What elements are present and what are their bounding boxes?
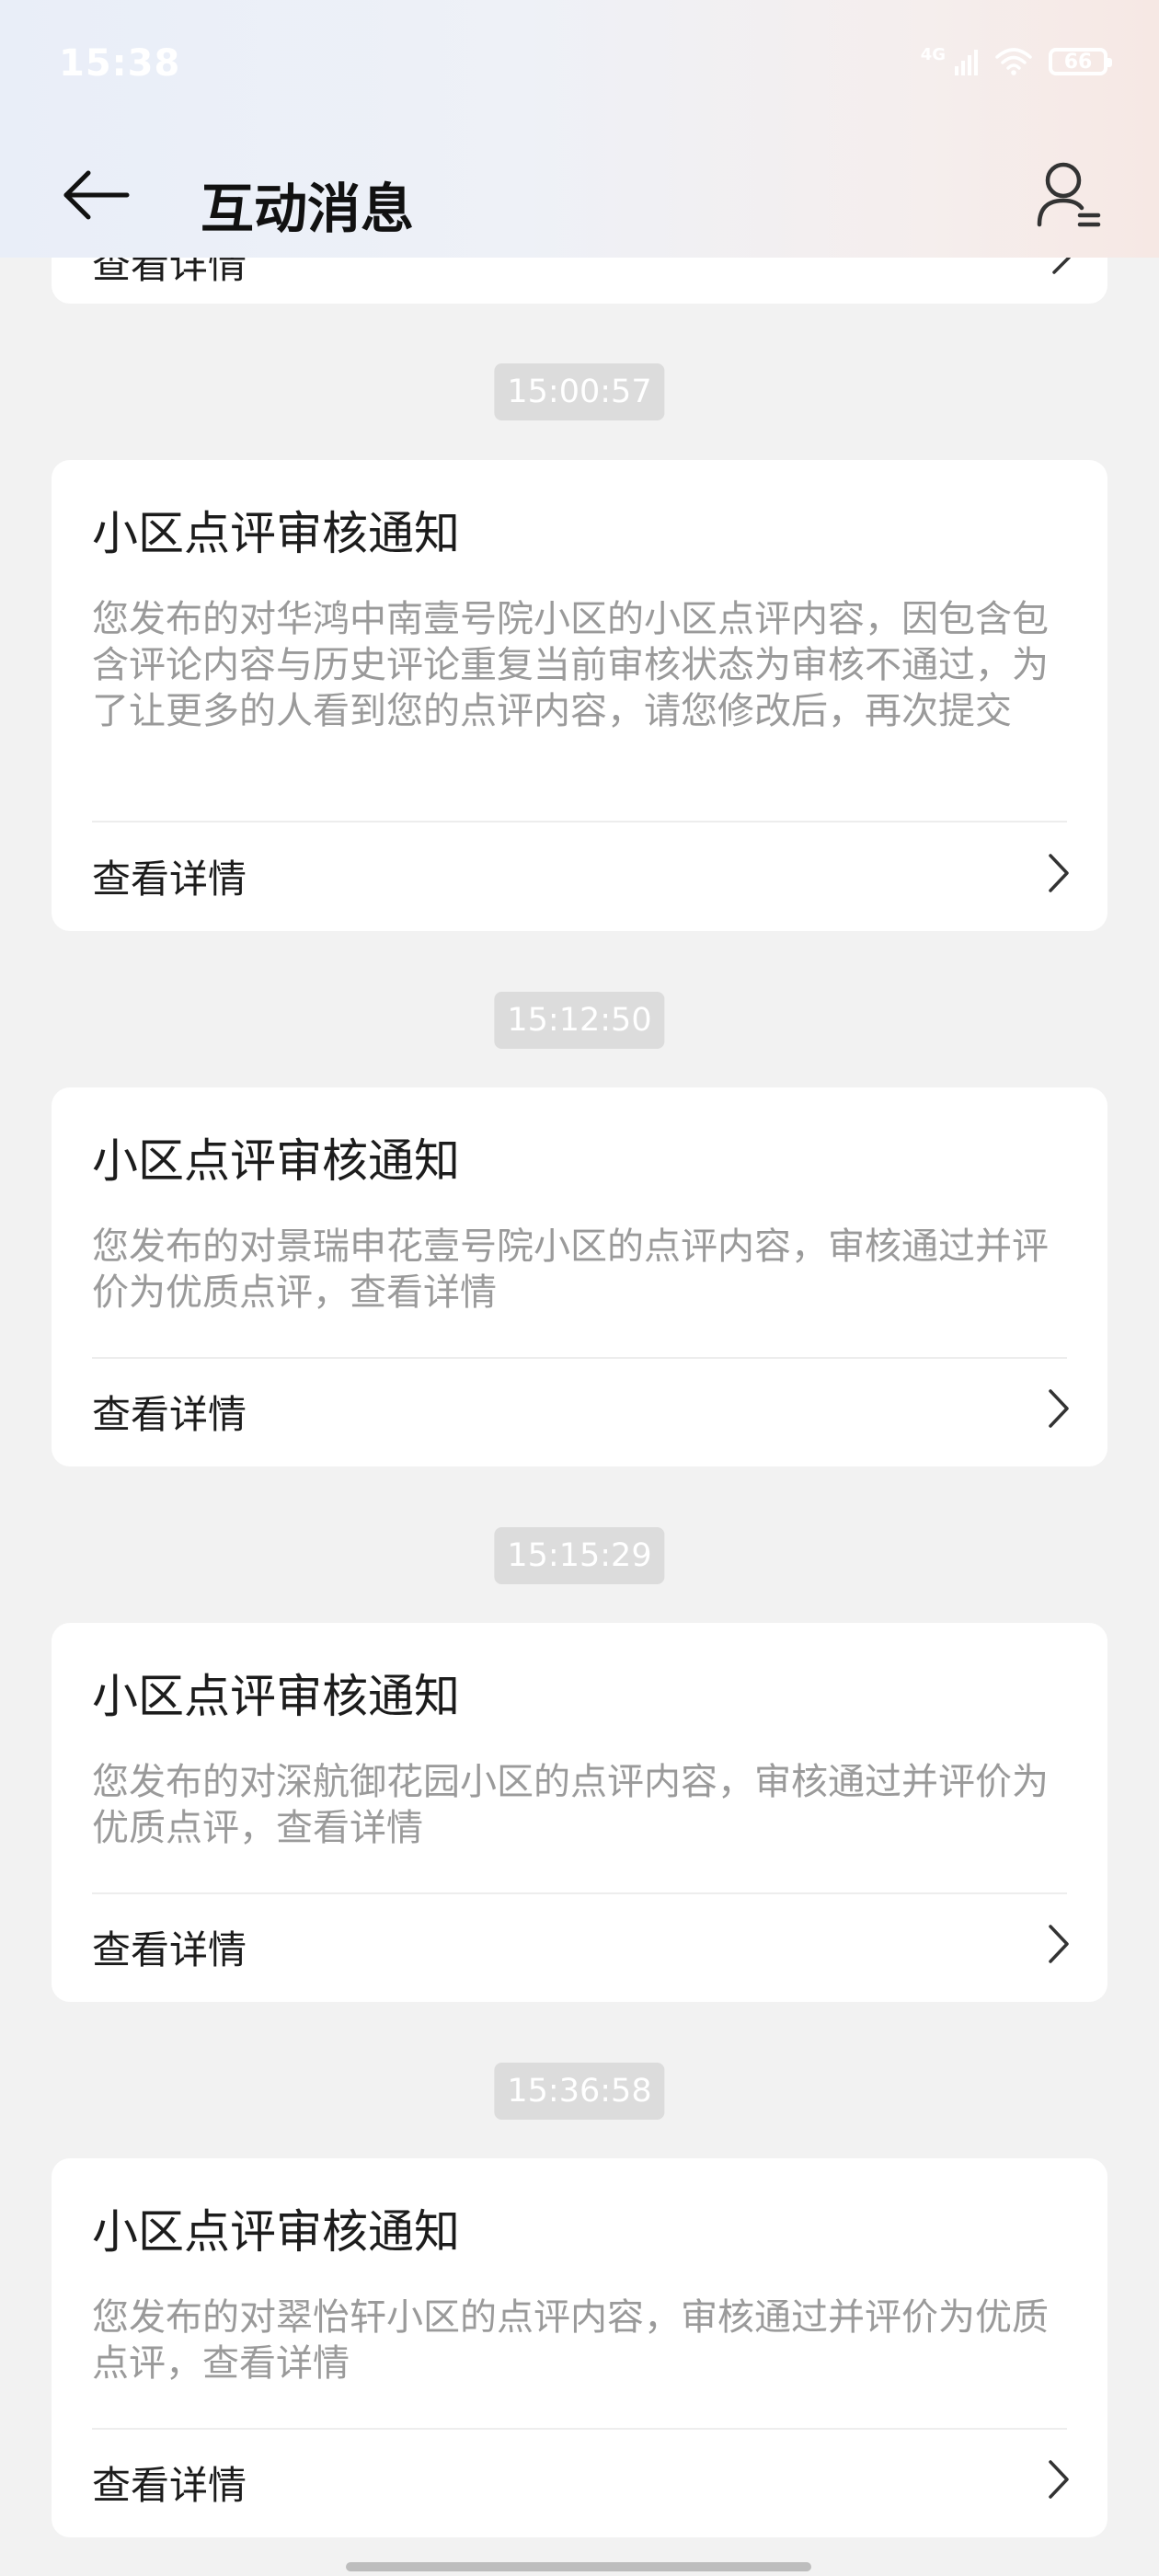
view-details-link[interactable]: 查看详情 (92, 1384, 247, 1440)
view-details-link[interactable]: 查看详情 (92, 1919, 247, 1975)
chevron-right-icon[interactable] (1045, 1386, 1073, 1432)
message-body: 您发布的对景瑞申花壹号院小区的点评内容，审核通过并评价为优质点评，查看详情 (92, 1225, 1049, 1314)
wifi-icon (995, 48, 1032, 75)
message-body: 您发布的对翠怡轩小区的点评内容，审核通过并评价为优质点评，查看详情 (92, 2296, 1049, 2385)
message-title: 小区点评审核通知 (92, 1134, 460, 1188)
card-divider (92, 1892, 1067, 1894)
card-divider (92, 2428, 1067, 2430)
home-indicator[interactable] (346, 2562, 811, 2571)
status-time: 15:38 (59, 42, 181, 85)
message-timestamp: 15:12:50 (494, 992, 665, 1049)
message-timestamp: 15:00:57 (494, 363, 665, 420)
battery-level: 66 (1063, 50, 1093, 74)
card-divider (92, 1357, 1067, 1359)
back-arrow-icon[interactable] (61, 167, 134, 223)
message-card[interactable]: 小区点评审核通知 您发布的对深航御花园小区的点评内容，审核通过并评价为优质点评，… (52, 1623, 1107, 2002)
user-settings-icon[interactable] (1036, 160, 1102, 230)
message-card[interactable]: 小区点评审核通知 您发布的对华鸿中南壹号院小区的小区点评内容，因包含包含评论内容… (52, 460, 1107, 931)
network-type: 4G (920, 45, 946, 64)
message-body: 您发布的对华鸿中南壹号院小区的小区点评内容，因包含包含评论内容与历史评论重复当前… (92, 598, 1049, 732)
message-title: 小区点评审核通知 (92, 1670, 460, 1723)
message-list: 查看详情 15:00:57 小区点评审核通知 您发布的对华鸿中南壹号院小区的小区… (0, 0, 1159, 2576)
page-title: 互动消息 (201, 178, 415, 240)
status-icons: 4G 66 (920, 45, 1112, 75)
message-title: 小区点评审核通知 (92, 507, 460, 560)
message-card[interactable]: 小区点评审核通知 您发布的对景瑞申花壹号院小区的点评内容，审核通过并评价为优质点… (52, 1087, 1107, 1466)
message-card[interactable]: 小区点评审核通知 您发布的对翠怡轩小区的点评内容，审核通过并评价为优质点评，查看… (52, 2158, 1107, 2537)
message-title: 小区点评审核通知 (92, 2205, 460, 2259)
app-header: 15:38 4G 66 互动消息 (0, 0, 1159, 258)
chevron-right-icon[interactable] (1045, 1921, 1073, 1967)
view-details-link[interactable]: 查看详情 (92, 848, 247, 904)
view-details-link[interactable]: 查看详情 (92, 2455, 247, 2511)
message-timestamp: 15:36:58 (494, 2063, 665, 2120)
battery-icon: 66 (1049, 48, 1112, 75)
signal-icon (955, 50, 978, 75)
chevron-right-icon[interactable] (1045, 2456, 1073, 2502)
message-body: 您发布的对深航御花园小区的点评内容，审核通过并评价为优质点评，查看详情 (92, 1761, 1049, 1849)
chevron-right-icon[interactable] (1045, 850, 1073, 896)
card-divider (92, 821, 1067, 822)
message-timestamp: 15:15:29 (494, 1527, 665, 1584)
